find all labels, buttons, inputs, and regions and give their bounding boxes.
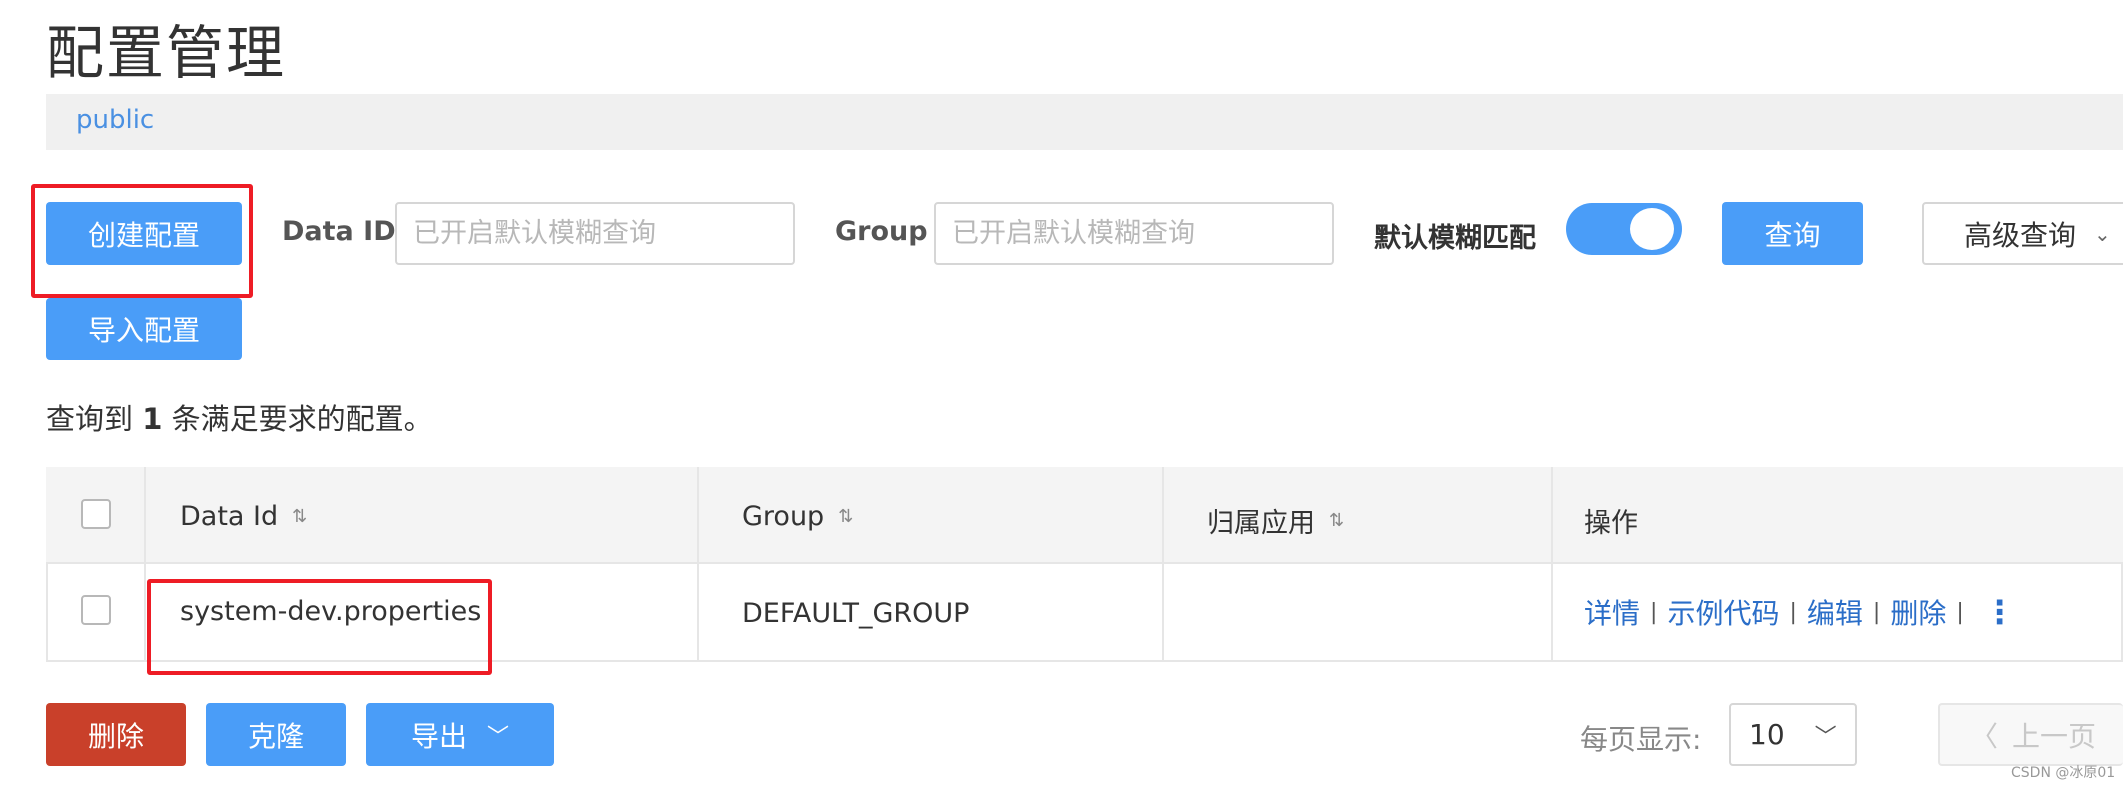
- action-separator: |: [1789, 599, 1797, 625]
- import-config-button[interactable]: 导入配置: [46, 298, 242, 360]
- namespace-public-link[interactable]: public: [76, 105, 154, 135]
- page-size-value: 10: [1749, 718, 1785, 751]
- namespace-bar: [46, 94, 2123, 150]
- clone-button[interactable]: 克隆: [206, 703, 346, 766]
- action-separator: |: [1650, 599, 1658, 625]
- chevron-down-icon: ⌄: [2094, 221, 2111, 246]
- prev-page-button[interactable]: 〈 上一页: [1938, 703, 2123, 766]
- export-button[interactable]: 导出 ﹀: [366, 703, 554, 766]
- edit-link[interactable]: 编辑: [1807, 592, 1863, 632]
- export-label: 导出: [410, 719, 467, 753]
- data-id-label: Data ID: [282, 216, 396, 247]
- watermark: CSDN @冰原01: [2011, 765, 2116, 781]
- chevron-down-icon: ﹀: [1814, 724, 1837, 750]
- column-divider: [1162, 467, 1164, 662]
- column-divider: [697, 467, 699, 662]
- page-title: 配置管理: [46, 19, 287, 87]
- group-input[interactable]: [934, 202, 1334, 265]
- sort-icon[interactable]: ⇅: [1329, 510, 1344, 531]
- result-count: 1: [142, 402, 163, 436]
- chevron-left-icon: 〈: [1970, 719, 1999, 753]
- sort-icon[interactable]: ⇅: [292, 506, 307, 527]
- delete-button[interactable]: 删除: [46, 703, 186, 766]
- group-label: Group: [835, 216, 928, 247]
- details-link[interactable]: 详情: [1584, 592, 1640, 632]
- advanced-query-dropdown[interactable]: 高级查询 ⌄: [1922, 202, 2123, 265]
- row-actions: 详情 | 示例代码 | 编辑 | 删除 | ⋮: [1584, 592, 2016, 632]
- result-suffix: 条满足要求的配置。: [171, 402, 433, 436]
- result-prefix: 查询到: [46, 402, 134, 436]
- table-header: [46, 467, 2123, 564]
- more-options-icon[interactable]: ⋮: [1984, 593, 2016, 631]
- fuzzy-match-label: 默认模糊匹配: [1374, 223, 1536, 254]
- page-size-select[interactable]: 10 ﹀: [1729, 703, 1857, 766]
- action-separator: |: [1956, 599, 1964, 625]
- action-separator: |: [1872, 599, 1881, 625]
- data-id-input[interactable]: [395, 202, 795, 265]
- highlight-frame-data-id: [147, 579, 492, 675]
- column-header-actions: 操作: [1584, 508, 1638, 539]
- per-page-label: 每页显示:: [1580, 723, 1702, 756]
- chevron-down-icon: ﹀: [487, 724, 510, 750]
- row-group: DEFAULT_GROUP: [742, 598, 970, 629]
- sort-icon[interactable]: ⇅: [838, 506, 853, 527]
- column-divider: [1551, 467, 1553, 662]
- toggle-knob: [1630, 208, 1674, 250]
- result-summary: 查询到 1 条满足要求的配置。: [46, 396, 433, 438]
- sample-code-link[interactable]: 示例代码: [1667, 592, 1779, 632]
- delete-link[interactable]: 删除: [1890, 592, 1946, 632]
- query-button[interactable]: 查询: [1722, 202, 1863, 265]
- select-all-checkbox[interactable]: [81, 499, 111, 529]
- highlight-frame-create: [31, 184, 253, 298]
- column-header-app[interactable]: 归属应用 ⇅: [1207, 501, 1344, 540]
- column-header-group[interactable]: Group ⇅: [742, 501, 853, 532]
- column-divider: [144, 467, 146, 662]
- prev-page-label: 上一页: [2012, 719, 2097, 753]
- column-header-data-id[interactable]: Data Id ⇅: [180, 501, 307, 532]
- row-checkbox[interactable]: [81, 595, 111, 625]
- advanced-query-label: 高级查询: [1964, 218, 2077, 252]
